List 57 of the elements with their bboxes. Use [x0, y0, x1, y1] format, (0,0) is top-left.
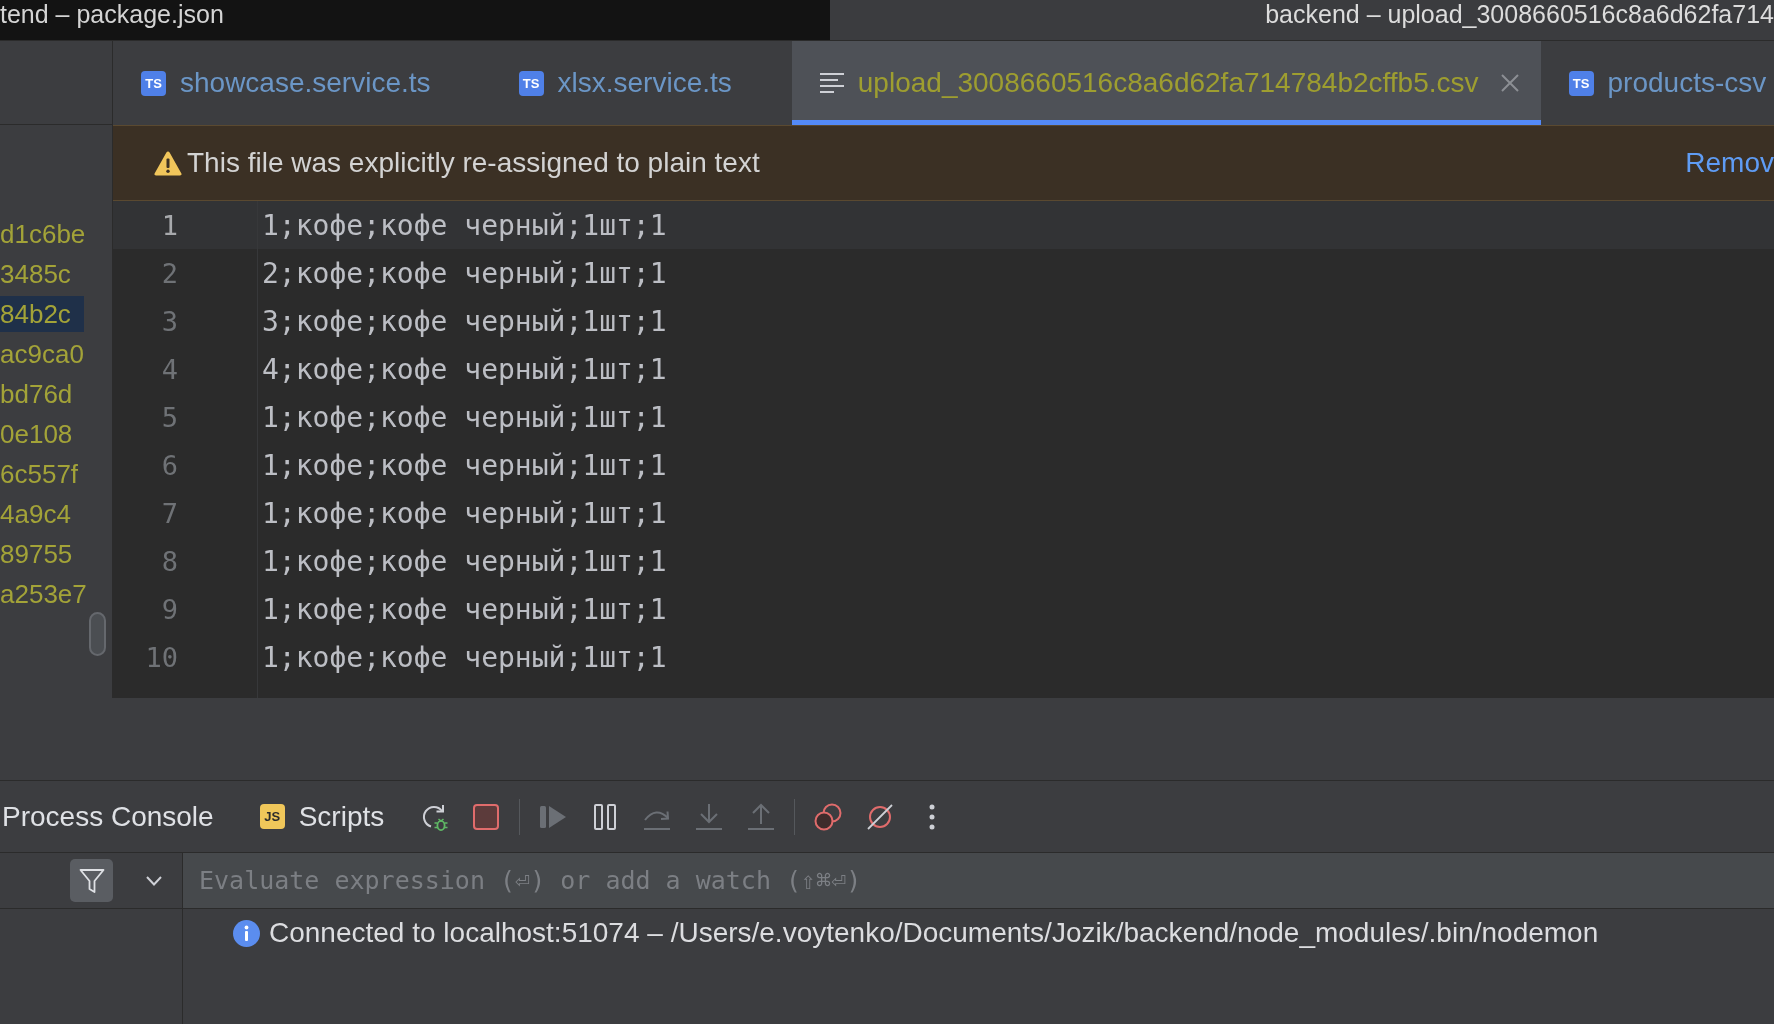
tree-item[interactable]: d1c6be [0, 216, 84, 252]
tree-item[interactable]: 4a9c4 [0, 496, 84, 532]
text-lines-icon [819, 72, 844, 94]
file-type-badge: TS [1568, 70, 1594, 96]
code-line: 4;кофе;кофе черный;1шт;1 [262, 352, 667, 386]
code-line: 1;кофе;кофе черный;1шт;1 [262, 400, 667, 434]
code-line: 2;кофе;кофе черный;1шт;1 [262, 256, 667, 290]
file-type-badge: TS [141, 70, 166, 96]
line-number: 10 [145, 641, 178, 673]
banner-link[interactable]: Remov [1685, 147, 1774, 179]
banner-message: This file was explicitly re-assigned to plain text [187, 147, 760, 179]
code-line: 1;кофе;кофе черный;1шт;1 [262, 448, 667, 482]
line-number: 3 [161, 305, 178, 337]
code-line: 1;кофе;кофе черный;1шт;1 [262, 208, 667, 242]
info-icon [233, 919, 260, 947]
tool-tab[interactable]: JS Scripts [259, 800, 385, 833]
window-title: backend – upload_3008660516c8a6d62fa714 [1265, 0, 1774, 28]
tree-item[interactable]: a253e7 [0, 576, 84, 612]
code-line: 1;кофе;кофе черный;1шт;1 [262, 640, 667, 674]
editor-tab[interactable]: TS showcase.service.ts [113, 41, 491, 125]
expression-input[interactable]: Evaluate expression (⏎) or add a watch (⇧⌘⏎) [183, 853, 1774, 908]
editor-tab[interactable]: TS xlsx.service.ts [490, 41, 792, 125]
line-number: 6 [161, 449, 178, 481]
console-message: Connected to localhost:51074 – /Users/e.voytenko/Documents/Jozik/backend/node_modules/.bin/nodemon [269, 917, 1599, 949]
line-number: 8 [161, 545, 178, 577]
chevron-down-icon[interactable] [146, 875, 162, 886]
code-line: 3;кофе;кофе черный;1шт;1 [262, 304, 667, 338]
code-line: 1;кофе;кофе черный;1шт;1 [262, 544, 667, 578]
stop-icon[interactable] [471, 801, 502, 832]
line-number: 4 [161, 353, 178, 385]
close-icon[interactable] [1500, 74, 1519, 92]
tree-item[interactable]: 0e108 [0, 416, 84, 452]
scrollbar-thumb[interactable] [89, 612, 106, 656]
tree-item[interactable]: ac9ca0 [0, 336, 84, 372]
tree-item[interactable]: 89755 [0, 536, 84, 572]
filter-icon [78, 867, 105, 894]
tool-tab[interactable]: Process Console [2, 800, 214, 833]
filter-button[interactable] [70, 859, 113, 902]
line-number: 1 [161, 209, 178, 241]
editor-tab[interactable]: upload_3008660516c8a6d62fa714784b2cffb5.csv [791, 41, 1541, 125]
window-title: tend – package.json [0, 0, 224, 28]
code-line: 1;кофе;кофе черный;1шт;1 [262, 496, 667, 530]
line-number: 2 [161, 257, 178, 289]
tree-item[interactable]: 3485c [0, 256, 84, 292]
code-line: 1;кофе;кофе черный;1шт;1 [262, 592, 667, 626]
editor-tab[interactable]: TS products-csv [1540, 41, 1774, 125]
file-type-badge: TS [518, 70, 544, 96]
tree-item[interactable]: bd76d [0, 376, 84, 412]
crossed-circle-icon[interactable] [865, 801, 896, 832]
tree-item[interactable]: 6c557f [0, 456, 84, 492]
line-number: 5 [161, 401, 178, 433]
file-type-badge: JS [259, 804, 285, 829]
line-number: 9 [161, 593, 178, 625]
line-number: 7 [161, 497, 178, 529]
warning-icon [154, 150, 182, 176]
overlapping-circles-icon[interactable] [813, 801, 844, 832]
tree-item[interactable]: 84b2c [0, 296, 84, 332]
